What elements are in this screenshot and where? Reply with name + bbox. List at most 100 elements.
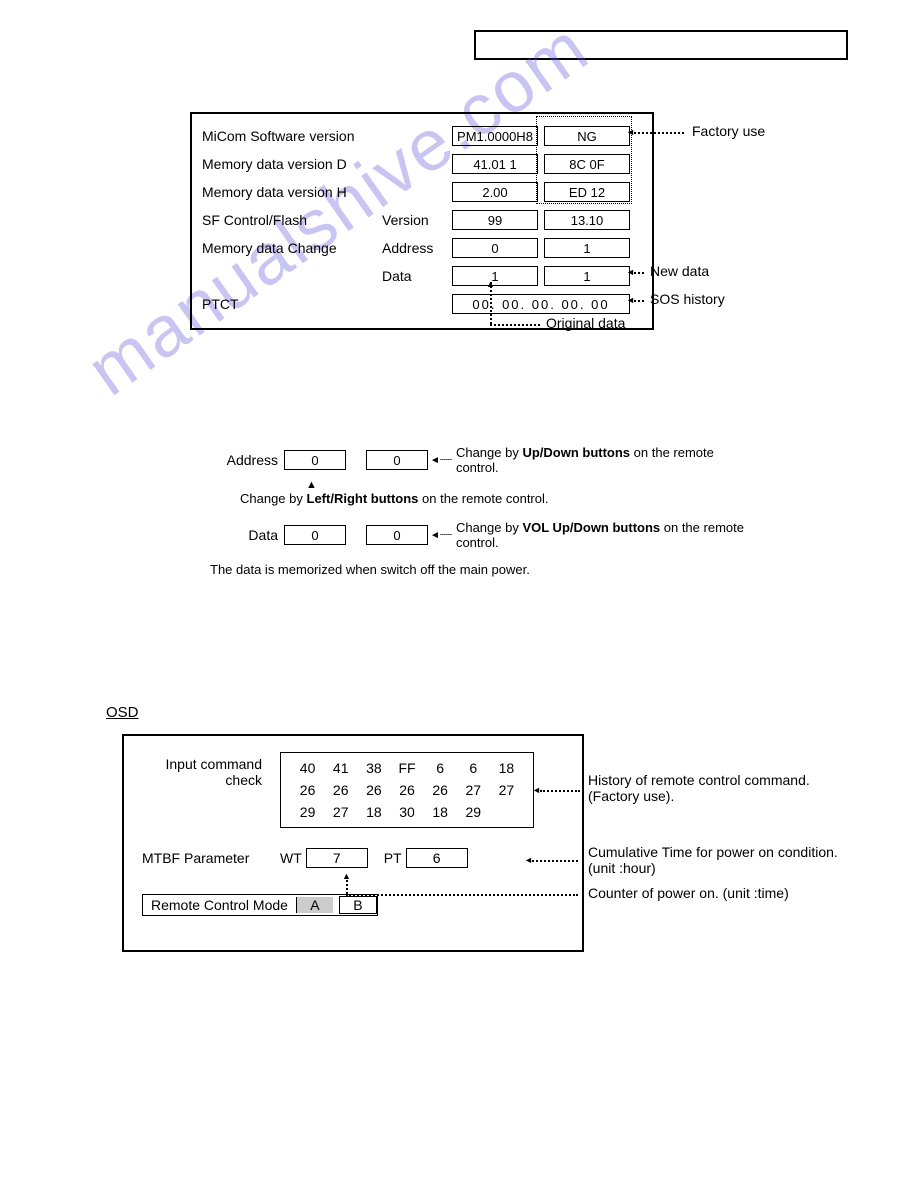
- t: check: [225, 772, 262, 788]
- wt-value-box: 7: [306, 848, 368, 868]
- leader-line: [634, 132, 684, 134]
- sublabel: Data: [382, 268, 452, 284]
- hex: 26: [424, 779, 457, 801]
- leader-line-v: [346, 880, 348, 894]
- annot-new-data: New data: [650, 263, 709, 279]
- arrow-up-icon: [486, 278, 495, 290]
- value-box: 0: [452, 238, 538, 258]
- osd-heading: OSD: [106, 704, 139, 721]
- hex: 27: [457, 779, 490, 801]
- value-box: PM1.0000H8: [452, 126, 538, 146]
- t: on the remote control.: [418, 491, 548, 506]
- annot-original-data: Original data: [546, 315, 625, 331]
- hex: 29: [457, 801, 490, 823]
- address-below-desc: Change by Left/Right buttons on the remo…: [240, 491, 810, 506]
- leader-line: [634, 300, 644, 302]
- value-box-wide: 00. 00. 00. 00. 00: [452, 294, 630, 314]
- address-row: Address 0 0 ◄┄┄ Change by Up/Down button…: [210, 445, 810, 475]
- hex-row: 40 41 38 FF 6 6 18: [291, 757, 523, 779]
- data-row: Data 0 0 ◄┄┄ Change by VOL Up/Down butto…: [210, 520, 810, 550]
- row-mem-chg-addr: Memory data Change Address 0 1: [202, 234, 642, 262]
- mtbf-label: MTBF Parameter: [142, 850, 280, 866]
- hex: 29: [291, 801, 324, 823]
- t: Change by: [456, 445, 523, 460]
- value-box: 13.10: [544, 210, 630, 230]
- hex: 26: [324, 779, 357, 801]
- t-bold: Left/Right buttons: [307, 491, 419, 506]
- value-box: 41.01 1: [452, 154, 538, 174]
- rcm-option-b: B: [339, 896, 377, 914]
- annot-history: History of remote control command. (Fact…: [588, 772, 848, 804]
- arrow-up-below-addr: ▲: [306, 479, 810, 491]
- value-box: 2.00: [452, 182, 538, 202]
- leader-line: [540, 790, 580, 792]
- arrow-left-icon: ◄┄┄: [430, 455, 452, 466]
- arrow-left-icon: ◄┄┄: [430, 530, 452, 541]
- label: SF Control/Flash: [202, 212, 382, 228]
- hex: 27: [490, 779, 523, 801]
- annot-counter: Counter of power on. (unit :time): [588, 885, 789, 901]
- data-box-1: 0: [284, 525, 346, 545]
- hex: [490, 801, 523, 823]
- value-box: NG: [544, 126, 630, 146]
- address-data-section: Address 0 0 ◄┄┄ Change by Up/Down button…: [210, 445, 810, 577]
- sublabel: Version: [382, 212, 452, 228]
- row-mem-chg-data: Data 1 1: [202, 262, 642, 290]
- annot-sos-history: SOS history: [650, 291, 725, 307]
- annot-factory-use: Factory use: [692, 123, 765, 139]
- hex: 18: [357, 801, 390, 823]
- data-desc: Change by VOL Up/Down buttons on the rem…: [456, 520, 756, 550]
- label: Memory data version D: [202, 156, 382, 172]
- t-bold: Up/Down buttons: [522, 445, 630, 460]
- header-empty-box: [474, 30, 848, 60]
- mtbf-row: MTBF Parameter WT 7 PT 6: [142, 848, 484, 868]
- value-box: 8C 0F: [544, 154, 630, 174]
- address-box-1: 0: [284, 450, 346, 470]
- hex: 27: [324, 801, 357, 823]
- value-box: 1: [544, 238, 630, 258]
- remote-control-mode-row: Remote Control Mode A B: [142, 894, 378, 916]
- t: Change by: [456, 520, 523, 535]
- wt-label: WT: [280, 850, 302, 866]
- label: Memory data version H: [202, 184, 382, 200]
- hex: 38: [357, 757, 390, 779]
- row-sf: SF Control/Flash Version 99 13.10: [202, 206, 642, 234]
- hex: 40: [291, 757, 324, 779]
- sublabel: Address: [382, 240, 452, 256]
- value-box: ED 12: [544, 182, 630, 202]
- hex: 26: [357, 779, 390, 801]
- hex: 6: [457, 757, 490, 779]
- row-ptct: PTCT 00. 00. 00. 00. 00: [202, 290, 642, 318]
- data-label: Data: [210, 527, 284, 543]
- leader-line: [634, 272, 644, 274]
- hex: 6: [424, 757, 457, 779]
- address-box-2: 0: [366, 450, 428, 470]
- hex: 26: [291, 779, 324, 801]
- t: Input command: [166, 756, 263, 772]
- row-micom: MiCom Software version PM1.0000H8 NG: [202, 122, 642, 150]
- pt-label: PT: [384, 850, 402, 866]
- address-label: Address: [210, 452, 284, 468]
- annot-cumtime: Cumulative Time for power on condition. …: [588, 844, 848, 876]
- data-box-2: 0: [366, 525, 428, 545]
- memorize-note: The data is memorized when switch off th…: [210, 562, 810, 577]
- leader-line: [532, 860, 578, 862]
- command-history-box: 40 41 38 FF 6 6 18 26 26 26 26 26 27 27 …: [280, 752, 534, 828]
- value-box: 99: [452, 210, 538, 230]
- rcm-option-a: A: [296, 897, 333, 913]
- label: MiCom Software version: [202, 128, 382, 144]
- hex: 18: [424, 801, 457, 823]
- rcm-label: Remote Control Mode: [143, 897, 296, 913]
- row-mem-d: Memory data version D 41.01 1 8C 0F: [202, 150, 642, 178]
- label: Memory data Change: [202, 240, 382, 256]
- hex: 18: [490, 757, 523, 779]
- hex-row: 26 26 26 26 26 27 27: [291, 779, 523, 801]
- hex: 30: [390, 801, 423, 823]
- hex: FF: [390, 757, 423, 779]
- pt-value-box: 6: [406, 848, 468, 868]
- version-info-panel: MiCom Software version PM1.0000H8 NG Mem…: [190, 112, 654, 330]
- osd-panel: Input command check 40 41 38 FF 6 6 18 2…: [122, 734, 584, 952]
- hex-row: 29 27 18 30 18 29: [291, 801, 523, 823]
- leader-line: [490, 324, 540, 326]
- hex: 41: [324, 757, 357, 779]
